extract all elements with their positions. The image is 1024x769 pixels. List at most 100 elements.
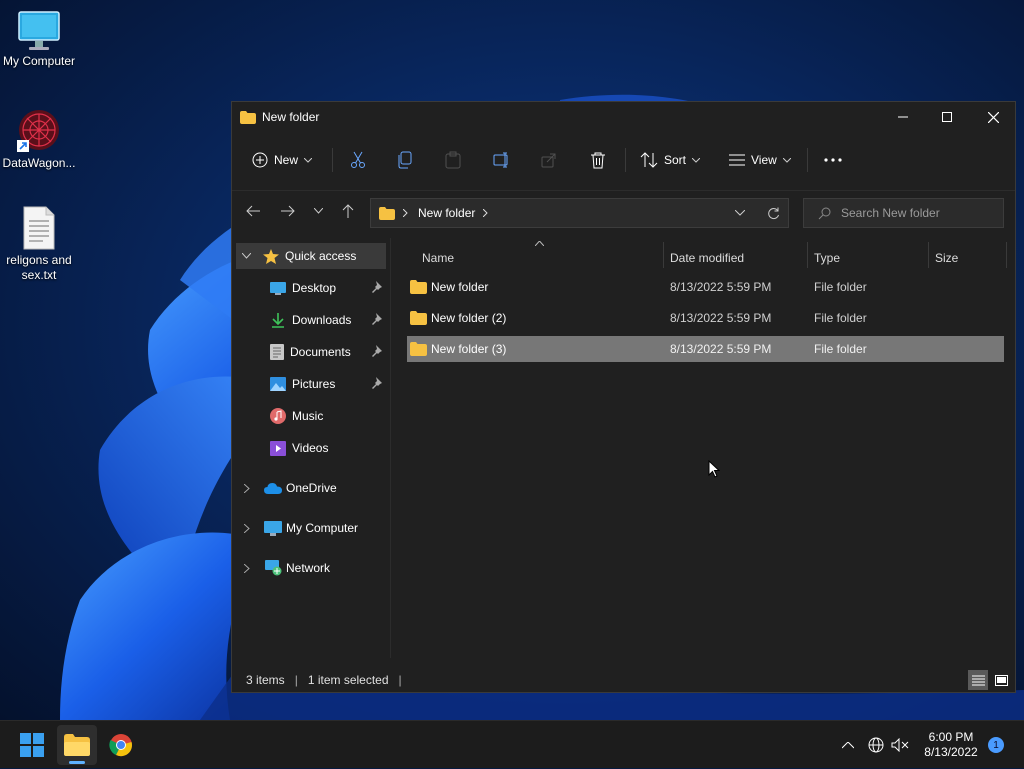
minimize-button[interactable] — [880, 102, 926, 132]
new-button[interactable]: New — [252, 138, 313, 182]
search-box[interactable]: Search New folder — [803, 198, 1004, 228]
details-view-button[interactable] — [968, 670, 988, 690]
file-row[interactable]: New folder 8/13/2022 5:59 PM File folder — [407, 274, 1004, 300]
share-button[interactable] — [541, 138, 557, 182]
cut-button[interactable] — [349, 138, 367, 182]
taskbar-file-explorer[interactable] — [57, 725, 97, 765]
status-bar: 3 items | 1 item selected | — [232, 668, 1015, 692]
maximize-button[interactable] — [924, 102, 970, 132]
rename-button[interactable] — [493, 138, 511, 182]
music-icon — [270, 408, 286, 424]
trash-icon — [591, 152, 605, 169]
close-button[interactable] — [970, 102, 1016, 132]
chevron-up-icon — [842, 741, 854, 748]
chevron-down-icon[interactable] — [735, 210, 745, 216]
globe-icon — [868, 737, 884, 753]
chevron-down-icon[interactable] — [242, 253, 251, 259]
column-header-type[interactable]: Type — [814, 246, 840, 270]
network-status-button[interactable] — [864, 721, 888, 769]
volume-button[interactable] — [888, 721, 912, 769]
column-header-size[interactable]: Size — [935, 246, 958, 270]
refresh-icon[interactable] — [767, 207, 780, 220]
desktop-icon-label: My Computer — [2, 54, 76, 68]
star-icon — [263, 248, 279, 264]
file-date: 8/13/2022 5:59 PM — [670, 342, 772, 356]
more-icon — [824, 158, 842, 162]
sidebar-item-downloads[interactable]: Downloads — [236, 307, 386, 333]
file-type: File folder — [814, 280, 867, 294]
chevron-down-icon — [304, 157, 313, 163]
show-hidden-icons-button[interactable] — [836, 721, 860, 769]
monitor-icon — [18, 11, 60, 50]
title-bar[interactable]: New folder — [232, 102, 1015, 132]
sidebar-item-label: Desktop — [292, 281, 337, 295]
file-row[interactable]: New folder (2) 8/13/2022 5:59 PM File fo… — [407, 305, 1004, 331]
active-indicator — [69, 761, 85, 764]
recent-locations-button[interactable] — [305, 199, 331, 223]
chevron-right-icon[interactable] — [244, 563, 250, 573]
more-options-button[interactable] — [824, 138, 842, 182]
delete-button[interactable] — [590, 138, 606, 182]
chevron-right-icon[interactable] — [244, 523, 250, 533]
large-icons-view-button[interactable] — [991, 670, 1011, 690]
up-button[interactable] — [335, 199, 361, 223]
videos-icon — [270, 440, 286, 456]
sidebar-item-pictures[interactable]: Pictures — [236, 371, 386, 397]
arrow-up-icon — [342, 204, 354, 218]
column-header-date-modified[interactable]: Date modified — [670, 246, 744, 270]
search-placeholder: Search New folder — [841, 206, 940, 220]
sidebar-item-documents[interactable]: Documents — [236, 339, 386, 365]
desktop-icon-my-computer[interactable]: My Computer — [0, 10, 79, 69]
desktop-icon — [270, 281, 286, 295]
cloud-icon — [264, 483, 282, 494]
forward-button[interactable] — [275, 199, 301, 223]
breadcrumb-item[interactable]: New folder — [418, 206, 475, 220]
pin-icon — [372, 281, 382, 293]
sort-button[interactable]: Sort — [640, 138, 701, 182]
sidebar-item-quick-access[interactable]: Quick access — [236, 243, 386, 269]
sort-ascending-icon — [535, 241, 544, 246]
details-view-icon — [971, 675, 985, 685]
sidebar-item-label: OneDrive — [286, 481, 337, 495]
file-row-selected[interactable]: New folder (3) 8/13/2022 5:59 PM File fo… — [407, 336, 1004, 362]
pictures-icon — [270, 377, 286, 391]
sidebar-item-network[interactable]: Network — [236, 555, 386, 581]
documents-icon — [270, 344, 284, 360]
clock[interactable]: 6:00 PM 8/13/2022 — [916, 721, 986, 769]
sidebar-item-label: Music — [292, 409, 324, 423]
file-date: 8/13/2022 5:59 PM — [670, 311, 772, 325]
sort-icon — [640, 152, 658, 168]
plus-circle-icon — [252, 152, 268, 168]
paste-button[interactable] — [445, 138, 461, 182]
notifications-button[interactable]: 1 — [986, 721, 1006, 769]
computer-icon — [264, 520, 282, 536]
desktop-icon-text-file[interactable]: religons and sex.txt — [0, 205, 79, 283]
file-name: New folder — [431, 280, 489, 294]
taskbar-chrome[interactable] — [101, 725, 141, 765]
close-icon — [987, 111, 999, 123]
sidebar-item-label: Videos — [292, 441, 329, 455]
desktop-icon-label: religons and sex.txt — [6, 253, 72, 282]
sidebar-item-onedrive[interactable]: OneDrive — [236, 475, 386, 501]
windows-logo-icon — [20, 733, 44, 757]
sidebar-item-desktop[interactable]: Desktop — [236, 275, 386, 301]
back-button[interactable] — [240, 199, 266, 223]
sidebar-item-videos[interactable]: Videos — [236, 435, 386, 461]
chevron-right-icon[interactable] — [244, 483, 250, 493]
sidebar-item-music[interactable]: Music — [236, 403, 386, 429]
sidebar-item-my-computer[interactable]: My Computer — [236, 515, 386, 541]
address-bar[interactable]: New folder — [370, 198, 789, 228]
view-icon — [729, 154, 745, 166]
download-icon — [272, 313, 284, 328]
chevron-down-icon — [692, 157, 701, 163]
mouse-cursor-icon — [708, 460, 720, 478]
selection-count: 1 item selected — [307, 673, 389, 687]
navigation-pane: Quick access Desktop Downloads Documents… — [232, 238, 391, 658]
start-button[interactable] — [12, 725, 52, 765]
copy-button[interactable] — [397, 138, 413, 182]
column-header-name[interactable]: Name — [422, 246, 454, 270]
sidebar-item-label: Quick access — [285, 249, 357, 263]
maximize-icon — [942, 112, 952, 122]
view-button[interactable]: View — [729, 138, 791, 182]
desktop-icon-datawagon[interactable]: DataWagon... — [0, 108, 79, 171]
